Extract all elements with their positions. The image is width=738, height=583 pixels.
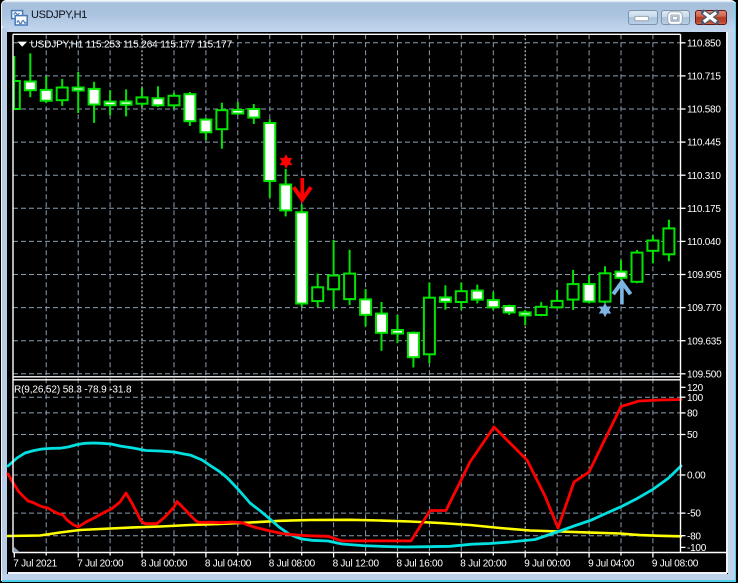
svg-text:110.850: 110.850 <box>687 38 721 49</box>
svg-text:8 Jul 04:00: 8 Jul 04:00 <box>205 559 252 570</box>
svg-text:110.715: 110.715 <box>687 72 721 83</box>
svg-text:-80: -80 <box>687 531 701 542</box>
svg-text:110.310: 110.310 <box>687 171 721 182</box>
svg-text:9 Jul 08:00: 9 Jul 08:00 <box>652 559 699 570</box>
svg-text:110.445: 110.445 <box>687 138 721 149</box>
svg-text:9 Jul 00:00: 9 Jul 00:00 <box>524 559 571 570</box>
svg-text:109.770: 109.770 <box>687 303 722 314</box>
svg-text:50: 50 <box>687 430 698 441</box>
svg-text:8 Jul 16:00: 8 Jul 16:00 <box>397 559 444 570</box>
svg-text:R(9,26,52) 58.3 -78.9 -31.8: R(9,26,52) 58.3 -78.9 -31.8 <box>14 385 132 396</box>
svg-text:8 Jul 00:00: 8 Jul 00:00 <box>141 559 188 570</box>
svg-text:0.00: 0.00 <box>687 471 706 482</box>
svg-text:USDJPY,H1 115.253 115.264 115.: USDJPY,H1 115.253 115.264 115.177 115.17… <box>31 40 233 51</box>
svg-text:109.905: 109.905 <box>687 270 722 281</box>
svg-text:7 Jul 2021: 7 Jul 2021 <box>13 559 57 570</box>
svg-text:-100: -100 <box>687 543 707 554</box>
svg-text:109.500: 109.500 <box>687 369 722 380</box>
svg-text:-50: -50 <box>687 509 701 520</box>
svg-text:100: 100 <box>687 393 704 404</box>
svg-text:9 Jul 04:00: 9 Jul 04:00 <box>588 559 635 570</box>
svg-text:109.635: 109.635 <box>687 336 722 347</box>
svg-text:110.175: 110.175 <box>687 204 721 215</box>
svg-text:7 Jul 20:00: 7 Jul 20:00 <box>77 559 124 570</box>
svg-text:110.040: 110.040 <box>687 237 721 248</box>
svg-text:110.580: 110.580 <box>687 105 721 116</box>
svg-text:8 Jul 08:00: 8 Jul 08:00 <box>269 559 316 570</box>
svg-text:8 Jul 12:00: 8 Jul 12:00 <box>333 559 380 570</box>
svg-text:8 Jul 20:00: 8 Jul 20:00 <box>460 559 507 570</box>
svg-text:80: 80 <box>687 409 698 420</box>
